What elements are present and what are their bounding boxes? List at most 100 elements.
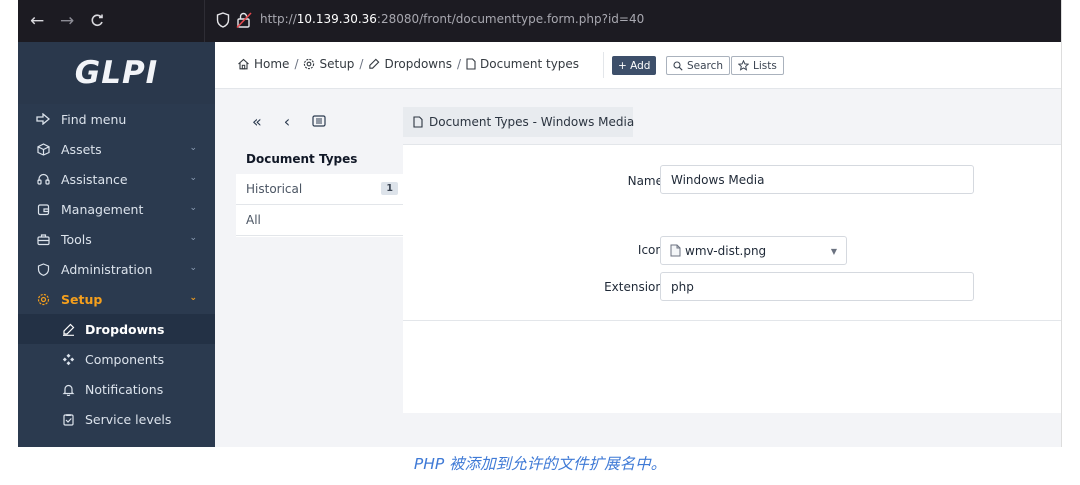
search-icon [673,60,683,71]
sidebar-item-label: Setup [61,291,103,307]
record-list-icon[interactable] [312,112,326,131]
arrow-right-icon [36,112,50,126]
sidebar-subitem-label: Dropdowns [85,321,165,337]
record-navigation: « ‹ [252,112,326,131]
name-field[interactable]: Windows Media [660,165,974,194]
breadcrumb-document-types[interactable]: Document types [480,57,579,71]
sidebar-item-label: Tools [61,231,92,247]
briefcase-icon [36,232,50,246]
sidebar-subitem-dropdowns[interactable]: Dropdowns [18,314,215,344]
sidebar-subitem-components[interactable]: Components [18,344,215,374]
sidebar-item-find-menu[interactable]: Find menu [18,104,215,134]
home-icon [237,58,250,70]
shield-icon [36,262,50,276]
tab-all[interactable]: All [236,205,403,236]
breadcrumb: Home / Setup / Dropdowns / Document type… [237,57,579,71]
figure-caption: PHP 被添加到允许的文件扩展名中。 [413,455,667,473]
breadcrumb-setup[interactable]: Setup [319,57,354,71]
forward-button[interactable]: → [60,9,74,33]
star-icon [738,60,749,71]
lists-button[interactable]: Lists [731,56,784,75]
icon-label: Icon [637,243,663,257]
sidebar-subitem-label: Notifications [85,381,164,397]
back-button[interactable]: ← [30,9,44,33]
header-divider [603,52,604,78]
sidebar-item-tools[interactable]: Tools ⌄ [18,224,215,254]
name-label: Name [627,174,663,188]
sidebar-subitem-service-levels[interactable]: Service levels [18,404,215,434]
url-host: 10.139.30.36 [296,12,377,26]
search-button[interactable]: Search [666,56,731,75]
sidebar-subitem-notifications[interactable]: Notifications [18,374,215,404]
sidebar-item-label: Assets [61,141,102,157]
components-icon [61,352,75,366]
chevron-down-icon: ⌄ [189,203,197,213]
tracking-shield-icon[interactable] [216,12,230,28]
tab-label: Historical [246,182,303,196]
page-header: Home / Setup / Dropdowns / Document type… [215,42,1061,89]
historical-count-badge: 1 [381,182,398,195]
tab-label: All [246,213,261,227]
sidebar-item-management[interactable]: Management ⌄ [18,194,215,224]
chevron-down-icon: ⌄ [189,233,197,243]
sidebar-item-label: Management [61,201,144,217]
caret-down-icon: ▼ [830,247,837,256]
url-scheme: http:// [260,12,297,26]
breadcrumb-separator: / [294,57,299,71]
record-title-text: Document Types - Windows Media [429,115,635,129]
checklist-icon [61,412,75,426]
sidebar-item-administration[interactable]: Administration ⌄ [18,254,215,284]
settings-icon [36,292,50,306]
breadcrumb-separator: / [456,57,462,71]
sidebar-subitem-label: Service levels [85,411,172,427]
document-type-form: Name Windows Media Icon wmv-dist.png ▼ E… [403,144,1061,413]
sidebar-item-assistance[interactable]: Assistance ⌄ [18,164,215,194]
bell-icon [61,382,75,396]
insecure-lock-icon[interactable] [236,11,252,29]
breadcrumb-separator: / [359,57,364,71]
first-record-icon[interactable]: « [252,112,262,131]
box-icon [36,142,50,156]
icon-select-value: wmv-dist.png [685,243,767,258]
sidebar-item-assets[interactable]: Assets ⌄ [18,134,215,164]
chevron-down-icon: ⌄ [189,293,197,303]
sidebar-item-label: Find menu [61,111,127,127]
edit-icon [368,58,380,70]
sidebar: GLPI Find menu Assets ⌄ Assistance ⌄ Man… [18,42,215,447]
previous-record-icon[interactable]: ‹ [284,112,290,131]
headset-icon [36,172,50,186]
file-image-icon [670,244,681,257]
address-bar[interactable]: http://10.139.30.36:28080/front/document… [260,12,644,26]
breadcrumb-home[interactable]: Home [254,57,289,71]
breadcrumb-dropdowns[interactable]: Dropdowns [384,57,452,71]
sidebar-item-label: Administration [61,261,153,277]
extension-label: Extension [604,280,663,294]
sidebar-item-label: Assistance [61,171,128,187]
lists-button-label: Lists [753,59,777,72]
tab-document-types[interactable]: Document Types [236,144,403,174]
tab-historical[interactable]: Historical 1 [236,174,403,205]
file-icon [466,58,476,70]
chevron-down-icon: ⌄ [189,173,197,183]
reload-button[interactable] [90,9,104,34]
record-tabs: Document Types Historical 1 All [236,144,403,236]
search-button-label: Search [687,59,724,72]
edit-icon [61,322,75,336]
chevron-down-icon: ⌄ [189,143,197,153]
icon-select[interactable]: wmv-dist.png ▼ [660,236,847,265]
wallet-icon [36,202,50,216]
record-title: Document Types - Windows Media [403,107,635,137]
chevron-down-icon: ⌄ [189,263,197,273]
extension-field[interactable]: php [660,272,974,301]
browser-window: ← → http://10.139.30.36:28080/front/docu… [18,0,1062,447]
form-divider [403,320,1061,321]
settings-icon [303,58,315,70]
sidebar-subitem-label: Components [85,351,165,367]
sidebar-item-setup[interactable]: Setup ⌄ [18,284,215,314]
toolbar-divider [204,0,205,42]
url-path: :28080/front/documenttype.form.php?id=40 [376,12,645,26]
tab-label: Document Types [246,152,358,166]
add-button[interactable]: + Add [612,56,657,75]
file-icon [413,116,423,128]
glpi-logo[interactable]: GLPI [18,42,215,104]
